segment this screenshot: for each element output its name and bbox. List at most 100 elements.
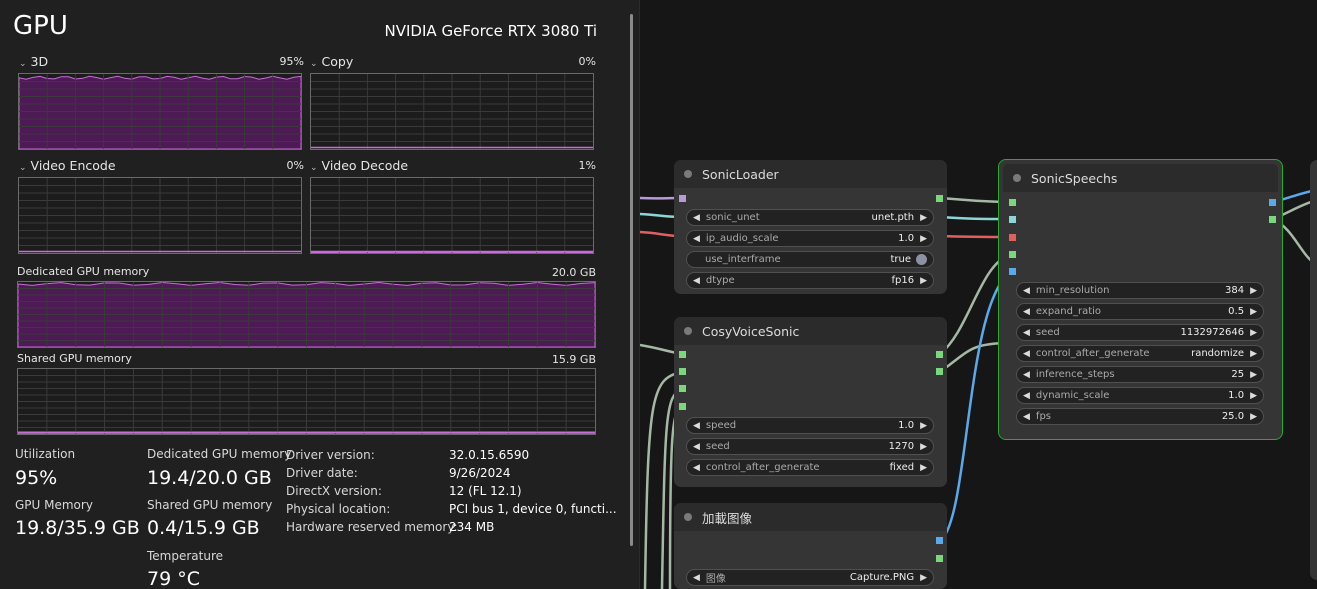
output-slot[interactable] xyxy=(1269,216,1276,223)
driver-date-value: 9/26/2024 xyxy=(449,466,511,480)
widget-image[interactable]: ◀ 图像 Capture.PNG ▶ xyxy=(686,569,934,586)
graph-percent: 95% xyxy=(279,55,304,68)
widget-control-after-generate[interactable]: ◀ control_after_generate randomize ▶ xyxy=(1016,345,1264,362)
utilization-label: Utilization xyxy=(15,447,76,461)
temperature-label: Temperature xyxy=(147,549,224,563)
right-arrow-icon[interactable]: ▶ xyxy=(1250,412,1257,422)
node-load-image[interactable]: 加載图像 ◀ 图像 Capture.PNG ▶ xyxy=(674,503,947,589)
shared-memory-label: Shared GPU memory xyxy=(17,352,132,365)
input-slot[interactable] xyxy=(679,385,686,392)
left-arrow-icon[interactable]: ◀ xyxy=(1023,370,1030,380)
right-arrow-icon[interactable]: ▶ xyxy=(1250,286,1257,296)
right-arrow-icon[interactable]: ▶ xyxy=(1250,307,1257,317)
node-sonic-loader[interactable]: SonicLoader ◀ sonic_unet unet.pth ▶ ◀ ip_aud… xyxy=(674,160,947,294)
graph-label: Video Decode xyxy=(321,158,409,173)
output-slot-image[interactable] xyxy=(936,537,943,544)
left-arrow-icon[interactable]: ◀ xyxy=(1023,307,1030,317)
scrollbar[interactable] xyxy=(630,14,633,546)
right-arrow-icon[interactable]: ▶ xyxy=(920,463,927,473)
widget-fps[interactable]: ◀ fps 25.0 ▶ xyxy=(1016,408,1264,425)
widget-use-interframe[interactable]: use_interframe true xyxy=(686,251,934,268)
graph-plot xyxy=(311,74,593,149)
widget-expand-ratio[interactable]: ◀ expand_ratio 0.5 ▶ xyxy=(1016,303,1264,320)
right-arrow-icon[interactable]: ▶ xyxy=(920,442,927,452)
node-header[interactable]: SonicLoader xyxy=(674,160,947,188)
node-header[interactable]: 加載图像 xyxy=(674,503,947,531)
collapse-dot-icon[interactable] xyxy=(1013,174,1021,182)
input-slot[interactable] xyxy=(679,351,686,358)
widget-sonic-unet[interactable]: ◀ sonic_unet unet.pth ▶ xyxy=(686,209,934,226)
output-slot[interactable] xyxy=(1269,199,1276,206)
input-slot[interactable] xyxy=(1009,234,1016,241)
node-sonic-speechs[interactable]: SonicSpeechs ◀ min_resolution 384 ▶ ◀ expand… xyxy=(998,159,1283,440)
left-arrow-icon[interactable]: ◀ xyxy=(693,276,700,286)
collapse-dot-icon[interactable] xyxy=(684,170,692,178)
directx-version-label: DirectX version: xyxy=(286,484,382,498)
left-arrow-icon[interactable]: ◀ xyxy=(693,442,700,452)
node-header[interactable]: SonicSpeechs xyxy=(1003,164,1278,192)
graph-selector-copy[interactable]: ⌄ Copy xyxy=(310,54,353,69)
left-arrow-icon[interactable]: ◀ xyxy=(1023,391,1030,401)
left-arrow-icon[interactable]: ◀ xyxy=(1023,412,1030,422)
graph-selector-video-decode[interactable]: ⌄ Video Decode xyxy=(310,158,408,173)
graph-plot xyxy=(18,369,595,434)
input-slot[interactable] xyxy=(1009,199,1016,206)
left-arrow-icon[interactable]: ◀ xyxy=(693,213,700,223)
chevron-down-icon: ⌄ xyxy=(310,163,318,173)
right-arrow-icon[interactable]: ▶ xyxy=(920,421,927,431)
node-header[interactable]: CosyVoiceSonic xyxy=(674,317,947,345)
widget-min-resolution[interactable]: ◀ min_resolution 384 ▶ xyxy=(1016,282,1264,299)
widget-speed[interactable]: ◀ speed 1.0 ▶ xyxy=(686,417,934,434)
right-arrow-icon[interactable]: ▶ xyxy=(920,234,927,244)
widget-control-after-generate[interactable]: ◀ control_after_generate fixed ▶ xyxy=(686,459,934,476)
input-slot[interactable] xyxy=(679,403,686,410)
input-slot[interactable] xyxy=(1009,251,1016,258)
collapse-dot-icon[interactable] xyxy=(684,327,692,335)
collapse-dot-icon[interactable] xyxy=(684,513,692,521)
toggle-icon[interactable] xyxy=(916,254,927,265)
input-slot[interactable] xyxy=(1009,268,1016,275)
left-arrow-icon[interactable]: ◀ xyxy=(693,573,700,583)
right-arrow-icon[interactable]: ▶ xyxy=(920,276,927,286)
widget-dtype[interactable]: ◀ dtype fp16 ▶ xyxy=(686,272,934,289)
output-slot[interactable] xyxy=(936,351,943,358)
right-arrow-icon[interactable]: ▶ xyxy=(920,573,927,583)
input-slot[interactable] xyxy=(679,368,686,375)
left-arrow-icon[interactable]: ◀ xyxy=(1023,286,1030,296)
left-arrow-icon[interactable]: ◀ xyxy=(1023,349,1030,359)
graph-percent: 0% xyxy=(286,159,304,172)
right-arrow-icon[interactable]: ▶ xyxy=(1250,328,1257,338)
input-slot[interactable] xyxy=(1009,216,1016,223)
node-cosy-voice-sonic[interactable]: CosyVoiceSonic ◀ speed 1.0 ▶ ◀ seed 1270 ▶ ◀ co… xyxy=(674,317,947,487)
node-graph-canvas[interactable]: SonicLoader ◀ sonic_unet unet.pth ▶ ◀ ip_aud… xyxy=(640,0,1317,589)
chevron-down-icon: ⌄ xyxy=(310,59,318,69)
left-arrow-icon[interactable]: ◀ xyxy=(693,463,700,473)
graph-selector-3d[interactable]: ⌄ 3D xyxy=(19,54,48,69)
node-offscreen[interactable] xyxy=(1310,160,1317,580)
graph-selector-video-encode[interactable]: ⌄ Video Encode xyxy=(19,158,116,173)
left-arrow-icon[interactable]: ◀ xyxy=(1023,328,1030,338)
left-arrow-icon[interactable]: ◀ xyxy=(693,234,700,244)
widget-seed[interactable]: ◀ seed 1270 ▶ xyxy=(686,438,934,455)
dedicated-stat-value: 19.4/20.0 GB xyxy=(147,467,272,489)
temperature-value: 79 °C xyxy=(147,568,200,589)
widget-seed[interactable]: ◀ seed 1132972646 ▶ xyxy=(1016,324,1264,341)
widget-inference-steps[interactable]: ◀ inference_steps 25 ▶ xyxy=(1016,366,1264,383)
graph-label: Video Encode xyxy=(30,158,116,173)
graph-3d xyxy=(18,73,302,150)
output-slot[interactable] xyxy=(936,368,943,375)
node-title: CosyVoiceSonic xyxy=(702,323,800,339)
right-arrow-icon[interactable]: ▶ xyxy=(1250,391,1257,401)
page-title: GPU xyxy=(13,11,68,41)
widget-dynamic-scale[interactable]: ◀ dynamic_scale 1.0 ▶ xyxy=(1016,387,1264,404)
widget-ip-audio-scale[interactable]: ◀ ip_audio_scale 1.0 ▶ xyxy=(686,230,934,247)
output-slot-mask[interactable] xyxy=(936,555,943,562)
input-slot-purple[interactable] xyxy=(679,195,686,202)
directx-version-value: 12 (FL 12.1) xyxy=(449,484,522,498)
output-slot[interactable] xyxy=(936,195,943,202)
right-arrow-icon[interactable]: ▶ xyxy=(1250,349,1257,359)
right-arrow-icon[interactable]: ▶ xyxy=(1250,370,1257,380)
right-arrow-icon[interactable]: ▶ xyxy=(920,213,927,223)
shared-stat-label: Shared GPU memory xyxy=(147,498,273,512)
left-arrow-icon[interactable]: ◀ xyxy=(693,421,700,431)
